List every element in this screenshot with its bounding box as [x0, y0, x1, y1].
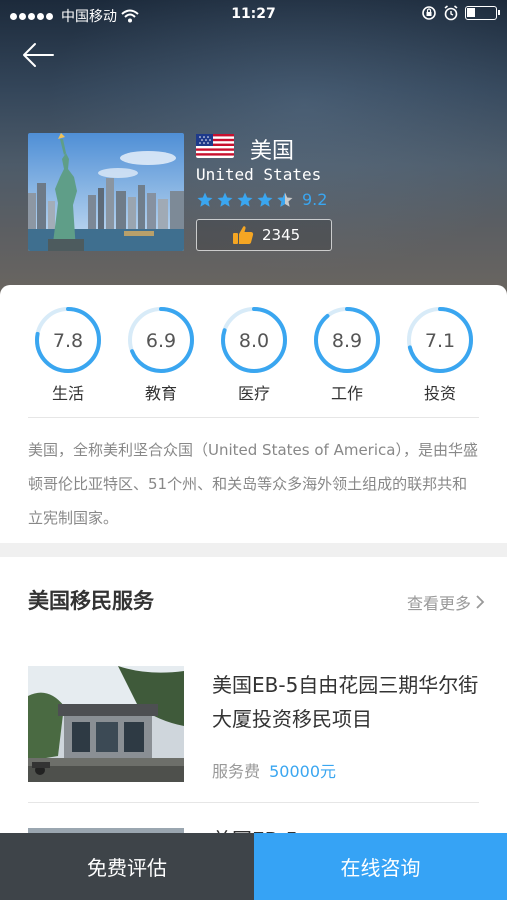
- score-medical: 8.0 医疗: [219, 305, 289, 404]
- battery-icon: [465, 6, 500, 20]
- score-ring: 8.0: [221, 307, 287, 373]
- score-value: 6.9: [146, 330, 176, 352]
- service-photo: [28, 666, 184, 782]
- score-ring: 7.8: [35, 307, 101, 373]
- service-list-item[interactable]: 美国EB-5: [28, 823, 480, 833]
- service-photo: [28, 823, 184, 833]
- country-detail-card: 7.8 生活 6.9 教育 8.0 医疗 8.9 工作 7.1 投资 美国，全称…: [0, 285, 507, 543]
- country-description: 美国，全称美利坚合众国（United States of America），是由…: [28, 441, 478, 527]
- divider: [28, 802, 479, 803]
- country-name-en: United States: [196, 165, 322, 184]
- score-work: 8.9 工作: [312, 305, 382, 404]
- score-value: 8.0: [239, 330, 269, 352]
- free-evaluation-button[interactable]: 免费评估: [0, 833, 254, 900]
- service-title: 美国EB-5: [212, 823, 480, 833]
- score-label: 工作: [330, 384, 363, 403]
- country-name-cn: 美国: [250, 139, 295, 164]
- star-full-icon: [237, 192, 253, 207]
- divider: [28, 417, 479, 418]
- score-ring: 7.1: [407, 307, 473, 373]
- score-value: 7.1: [425, 330, 455, 352]
- score-label: 医疗: [237, 384, 270, 403]
- star-half-icon: [277, 192, 293, 207]
- score-rings: 7.8 生活 6.9 教育 8.0 医疗 8.9 工作 7.1 投资: [0, 305, 507, 404]
- score-label: 教育: [144, 384, 177, 403]
- score-education: 6.9 教育: [126, 305, 196, 404]
- back-button[interactable]: [20, 40, 60, 76]
- service-fee: 服务费 50000元: [212, 758, 336, 782]
- online-consult-button[interactable]: 在线咨询: [254, 833, 507, 900]
- like-count: 2345: [262, 226, 301, 244]
- score-label: 生活: [51, 384, 84, 403]
- alarm-icon: [444, 5, 458, 21]
- fee-value: 50000元: [269, 762, 337, 781]
- star-full-icon: [197, 192, 213, 207]
- bottom-action-bar: 免费评估 在线咨询: [0, 833, 507, 900]
- services-section-title: 美国移民服务: [28, 589, 154, 613]
- rating-score: 9.2: [302, 190, 328, 209]
- us-flag-icon: [196, 134, 234, 158]
- section-separator: [0, 543, 507, 557]
- see-more-link[interactable]: 查看更多: [407, 590, 485, 614]
- back-arrow-icon: [23, 43, 54, 67]
- rating-stars: 9.2: [196, 190, 327, 209]
- score-label: 投资: [423, 384, 456, 403]
- score-ring: 8.9: [314, 307, 380, 373]
- chevron-right-icon: [476, 595, 485, 609]
- see-more-label: 查看更多: [406, 594, 471, 613]
- status-bar: 中国移动 11:27: [0, 0, 507, 30]
- like-button[interactable]: 2345: [196, 219, 332, 251]
- thumbs-up-icon: [233, 226, 254, 244]
- star-full-icon: [217, 192, 233, 207]
- score-value: 8.9: [332, 330, 362, 352]
- service-title: 美国EB-5自由花园三期华尔街大厦投资移民项目: [212, 673, 479, 731]
- service-list-item[interactable]: 美国EB-5自由花园三期华尔街大厦投资移民项目 服务费 50000元: [28, 666, 480, 786]
- star-full-icon: [257, 192, 273, 207]
- score-living: 7.8 生活: [33, 305, 103, 404]
- orientation-lock-icon: [422, 6, 436, 20]
- score-investment: 7.1 投资: [405, 305, 475, 404]
- fee-label: 服务费: [212, 762, 261, 781]
- score-value: 7.8: [53, 330, 83, 352]
- score-ring: 6.9: [128, 307, 194, 373]
- statue-of-liberty-photo: [28, 133, 184, 251]
